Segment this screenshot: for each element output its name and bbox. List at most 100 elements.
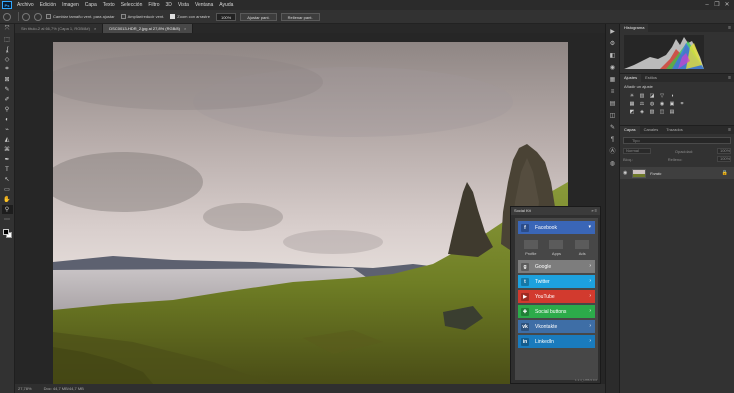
social-item-vkontakte[interactable]: vk Vkontakte › — [518, 320, 595, 333]
type-tool[interactable]: T — [2, 165, 13, 174]
tab-histogram[interactable]: Histograma — [620, 24, 649, 32]
black-white-icon[interactable]: ◍ — [648, 101, 656, 107]
menu-filtro[interactable]: Filtro — [145, 0, 162, 10]
settings-icon[interactable]: ⚙ — [608, 40, 617, 48]
menu-seleccion[interactable]: Selección — [118, 0, 146, 10]
paragraph-icon[interactable]: ¶ — [608, 136, 617, 144]
lasso-tool[interactable]: ʆ — [2, 45, 13, 54]
selective-color-icon[interactable]: ◫ — [658, 109, 666, 115]
crop-tool[interactable]: ⌗ — [2, 65, 13, 74]
exposure-icon[interactable]: ▽ — [658, 93, 666, 99]
zoom-tool-icon[interactable] — [3, 12, 11, 21]
social-item-linkedin[interactable]: in LinkedIn › — [518, 335, 595, 348]
move-tool[interactable]: ⤧ — [2, 25, 13, 34]
eyedropper-tool[interactable]: ✎ — [2, 85, 13, 94]
resize-window-checkbox[interactable]: Cambiar tamaño vent. para ajustar — [46, 14, 115, 19]
checkbox-box[interactable] — [120, 14, 126, 19]
healing-brush-tool[interactable]: ✐ — [2, 95, 13, 104]
path-selection-tool[interactable]: ↖ — [2, 175, 13, 184]
navigator-icon[interactable]: ◫ — [608, 112, 617, 120]
menu-archivo[interactable]: Archivo — [14, 0, 37, 10]
menu-capa[interactable]: Capa — [82, 0, 100, 10]
landscape-photo[interactable] — [53, 42, 568, 384]
character-icon[interactable]: Ⓐ — [608, 148, 617, 156]
facebook-ads-option[interactable]: Ads — [575, 240, 590, 256]
document-size[interactable]: Doc: 44,7 MB/44,7 MB — [44, 386, 84, 391]
layer-comps-icon[interactable]: ◧ — [608, 52, 617, 60]
visibility-eye-icon[interactable]: ◉ — [623, 170, 629, 176]
pen-tool[interactable]: ✒ — [2, 155, 13, 164]
brush-tool[interactable]: ⚲ — [2, 105, 13, 114]
info-icon[interactable]: ▤ — [608, 100, 617, 108]
color-lookup-icon[interactable]: ⌗ — [678, 101, 686, 107]
zoom-percent-field[interactable]: 100% — [215, 12, 237, 21]
panel-menu-icon[interactable]: ≡ — [728, 24, 731, 32]
invert-icon[interactable]: ◩ — [628, 109, 636, 115]
close-tab-icon[interactable]: × — [94, 26, 96, 31]
checkbox-box[interactable] — [46, 14, 51, 19]
rectangle-tool[interactable]: ▭ — [2, 185, 13, 194]
social-kit-icon[interactable]: ◍ — [608, 160, 617, 168]
zoom-tool[interactable]: ⚲ — [1, 205, 13, 214]
opacity-field[interactable]: 100% — [716, 148, 731, 154]
menu-edicion[interactable]: Edición — [37, 0, 59, 10]
eraser-tool[interactable]: ◭ — [2, 135, 13, 144]
scrubby-zoom-checkbox[interactable]: Zoom con arrastre — [170, 14, 210, 19]
panel-menu-icon[interactable]: ≡ — [728, 126, 731, 134]
quick-selection-tool[interactable]: ◇ — [2, 55, 13, 64]
tab-adjustments[interactable]: Ajustes — [620, 74, 642, 82]
close-icon[interactable]: ✕ — [722, 0, 732, 10]
fill-screen-button[interactable]: Rellenar pant. — [280, 12, 320, 21]
menu-vista[interactable]: Vista — [175, 0, 192, 10]
lock-icon[interactable]: 🔒 — [722, 170, 728, 176]
tab-channels[interactable]: Canales — [640, 126, 663, 134]
tab-layers[interactable]: Capas — [620, 126, 640, 134]
brightness-contrast-icon[interactable]: ☀ — [628, 93, 636, 99]
facebook-apps-option[interactable]: Apps — [549, 240, 564, 256]
social-item-social-buttons[interactable]: ✚ Social buttons › — [518, 305, 595, 318]
color-balance-icon[interactable]: ⚖ — [638, 101, 646, 107]
maximize-icon[interactable]: ❐ — [712, 0, 722, 10]
foreground-color-swatch[interactable] — [2, 229, 9, 235]
social-item-twitter[interactable]: t Twitter › — [518, 275, 595, 288]
panel-menu-icon[interactable]: » ≡ — [591, 207, 597, 215]
hand-tool[interactable]: ✋ — [2, 195, 13, 204]
minimize-icon[interactable]: – — [702, 0, 712, 10]
social-kit-header[interactable]: Social Kit » ≡ — [511, 207, 600, 215]
social-item-google[interactable]: g Google › — [518, 260, 595, 273]
gradient-tool[interactable]: ⌘ — [2, 145, 13, 154]
fill-field[interactable]: 100% — [716, 156, 731, 162]
menu-ventana[interactable]: Ventana — [192, 0, 216, 10]
hue-saturation-icon[interactable]: ▦ — [628, 101, 636, 107]
zoom-out-icon[interactable] — [34, 12, 42, 21]
close-tab-icon[interactable]: × — [184, 26, 186, 31]
layer-row-background[interactable]: ◉ Fondo 🔒 — [620, 167, 734, 179]
marquee-tool[interactable]: ⬚ — [2, 35, 13, 44]
color-swatches[interactable] — [2, 228, 13, 240]
posterize-icon[interactable]: ◈ — [638, 109, 646, 115]
frame-tool[interactable]: ⊠ — [2, 75, 13, 84]
social-item-facebook[interactable]: f Facebook ▾ — [518, 221, 595, 234]
fit-screen-button[interactable]: Ajustar pant. — [240, 12, 277, 21]
history-brush-tool[interactable]: ⌁ — [2, 125, 13, 134]
tab-document-2[interactable]: DSC0013-HDR_2.jpg al 27,8% (RGB/8) × — [103, 24, 194, 33]
vibrance-icon[interactable]: ◑ — [668, 93, 676, 99]
facebook-profile-option[interactable]: Profile — [523, 240, 538, 256]
brush-settings-icon[interactable]: ✎ — [608, 124, 617, 132]
menu-ayuda[interactable]: Ayuda — [216, 0, 236, 10]
menu-imagen[interactable]: Imagen — [59, 0, 82, 10]
libraries-icon[interactable]: ≡ — [608, 88, 617, 96]
play-icon[interactable]: ▶ — [608, 28, 617, 36]
zoom-all-windows-checkbox[interactable]: Ampliar/reducir vent. — [120, 14, 164, 19]
checkbox-box[interactable] — [170, 14, 176, 19]
zoom-in-icon[interactable] — [22, 12, 30, 21]
curves-icon[interactable]: ◪ — [648, 93, 656, 99]
properties-icon[interactable]: ◉ — [608, 64, 617, 72]
tab-document-1[interactable]: Sin título-2 al 66,7% (Capa 1, RGB/8#) × — [15, 24, 104, 33]
menu-3d[interactable]: 3D — [163, 0, 175, 10]
edit-toolbar-icon[interactable]: ⋯ — [2, 215, 13, 224]
clone-stamp-tool[interactable]: ◐ — [2, 115, 13, 124]
social-item-youtube[interactable]: ▶ YouTube › — [518, 290, 595, 303]
zoom-readout[interactable]: 27,78% — [18, 386, 32, 391]
swatches-icon[interactable]: ▦ — [608, 76, 617, 84]
